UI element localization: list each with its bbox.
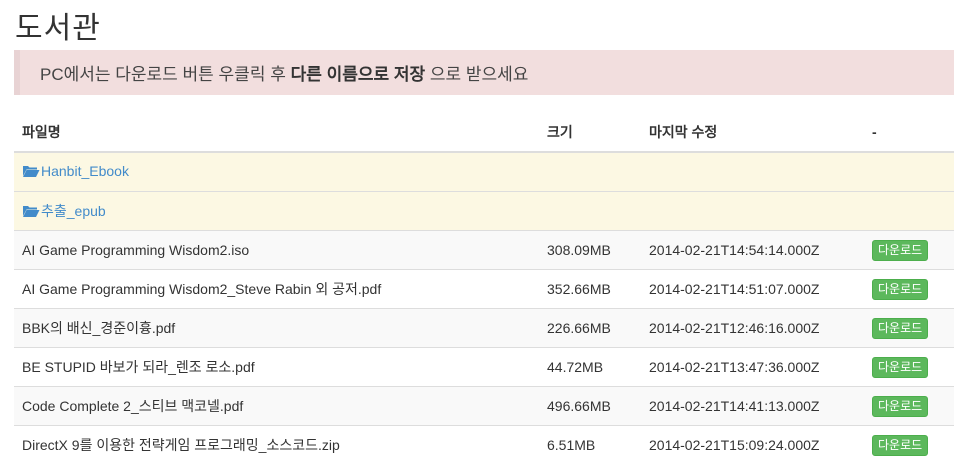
file-name: AI Game Programming Wisdom2_Steve Rabin …	[14, 269, 539, 309]
file-modified: 2014-02-21T13:47:36.000Z	[641, 347, 864, 387]
alert-text-part2: 으로 받으세요	[425, 65, 529, 84]
folder-name: Hanbit_Ebook	[41, 163, 129, 179]
alert-text-bold: 다른 이름으로 저장	[290, 65, 426, 84]
folder-size-cell	[539, 191, 641, 231]
file-action-cell: 다운로드	[864, 425, 954, 458]
file-action-cell: 다운로드	[864, 347, 954, 387]
download-hint-alert: PC에서는 다운로드 버튼 우클릭 후 다른 이름으로 저장 으로 받으세요	[14, 50, 954, 95]
folder-row: 추출_epub	[14, 191, 954, 231]
folder-name: 추출_epub	[41, 203, 106, 219]
file-size: 44.72MB	[539, 347, 641, 387]
file-modified: 2014-02-21T14:54:14.000Z	[641, 230, 864, 270]
download-button[interactable]: 다운로드	[872, 239, 929, 261]
folder-date-cell	[641, 151, 864, 192]
folder-action-cell	[864, 191, 954, 231]
folder-date-cell	[641, 191, 864, 231]
folder-open-icon	[23, 166, 40, 177]
file-row: BBK의 배신_경준이흉.pdf 226.66MB 2014-02-21T12:46…	[14, 308, 954, 348]
folder-row: Hanbit_Ebook	[14, 151, 954, 192]
file-row: AI Game Programming Wisdom2_Steve Rabin …	[14, 269, 954, 309]
file-action-cell: 다운로드	[864, 386, 954, 426]
page-title: 도서관	[15, 12, 101, 45]
file-name: BE STUPID 바보가 되라_렌조 로소.pdf	[14, 347, 539, 387]
folder-size-cell	[539, 151, 641, 192]
file-name: DirectX 9를 이용한 전략게임 프로그래밍_소스코드.zip	[14, 425, 539, 458]
folder-action-cell	[864, 151, 954, 192]
file-size: 226.66MB	[539, 308, 641, 348]
alert-text-part1: PC에서는 다운로드 버튼 우클릭 후	[40, 65, 291, 84]
download-button[interactable]: 다운로드	[872, 395, 929, 417]
file-row: Code Complete 2_스티브 맥코넬.pdf 496.66MB 2014-…	[14, 386, 954, 426]
file-size: 308.09MB	[539, 230, 641, 270]
file-name: BBK의 배신_경준이흉.pdf	[14, 308, 539, 348]
header-size: 크기	[539, 113, 641, 153]
file-action-cell: 다운로드	[864, 230, 954, 270]
file-name: Code Complete 2_스티브 맥코넬.pdf	[14, 386, 539, 426]
file-row: DirectX 9를 이용한 전략게임 프로그래밍_소스코드.zip 6.51MB…	[14, 425, 954, 458]
page: 도서관 PC에서는 다운로드 버튼 우클릭 후 다른 이름으로 저장 으로 받으…	[0, 0, 967, 458]
file-size: 352.66MB	[539, 269, 641, 309]
file-table-body: Hanbit_Ebook 추출_epub AI Game Programming W…	[14, 151, 954, 458]
folder-name-cell: Hanbit_Ebook	[14, 151, 539, 192]
header-modified: 마지막 수정	[641, 113, 864, 153]
file-name: AI Game Programming Wisdom2.iso	[14, 230, 539, 270]
file-modified: 2014-02-21T12:46:16.000Z	[641, 308, 864, 348]
file-modified: 2014-02-21T14:51:07.000Z	[641, 269, 864, 309]
header-action: -	[864, 113, 954, 153]
folder-open-icon	[23, 206, 40, 217]
file-size: 6.51MB	[539, 425, 641, 458]
file-row: AI Game Programming Wisdom2.iso 308.09MB 2…	[14, 230, 954, 270]
file-modified: 2014-02-21T14:41:13.000Z	[641, 386, 864, 426]
file-modified: 2014-02-21T15:09:24.000Z	[641, 425, 864, 458]
download-button[interactable]: 다운로드	[872, 317, 929, 339]
file-table: 파일명 크기 마지막 수정 - Hanbit_Ebook 추출_epub AI Ga…	[14, 113, 954, 458]
file-row: BE STUPID 바보가 되라_렌조 로소.pdf 44.72MB 2014-02…	[14, 347, 954, 387]
file-action-cell: 다운로드	[864, 269, 954, 309]
download-button[interactable]: 다운로드	[872, 278, 929, 300]
folder-name-cell: 추출_epub	[14, 191, 539, 231]
download-button[interactable]: 다운로드	[872, 356, 929, 378]
folder-link[interactable]: Hanbit_Ebook	[22, 163, 129, 179]
file-action-cell: 다운로드	[864, 308, 954, 348]
header-filename: 파일명	[14, 113, 539, 153]
folder-link[interactable]: 추출_epub	[22, 201, 106, 221]
file-size: 496.66MB	[539, 386, 641, 426]
download-button[interactable]: 다운로드	[872, 434, 929, 456]
table-header-row: 파일명 크기 마지막 수정 -	[14, 113, 954, 153]
